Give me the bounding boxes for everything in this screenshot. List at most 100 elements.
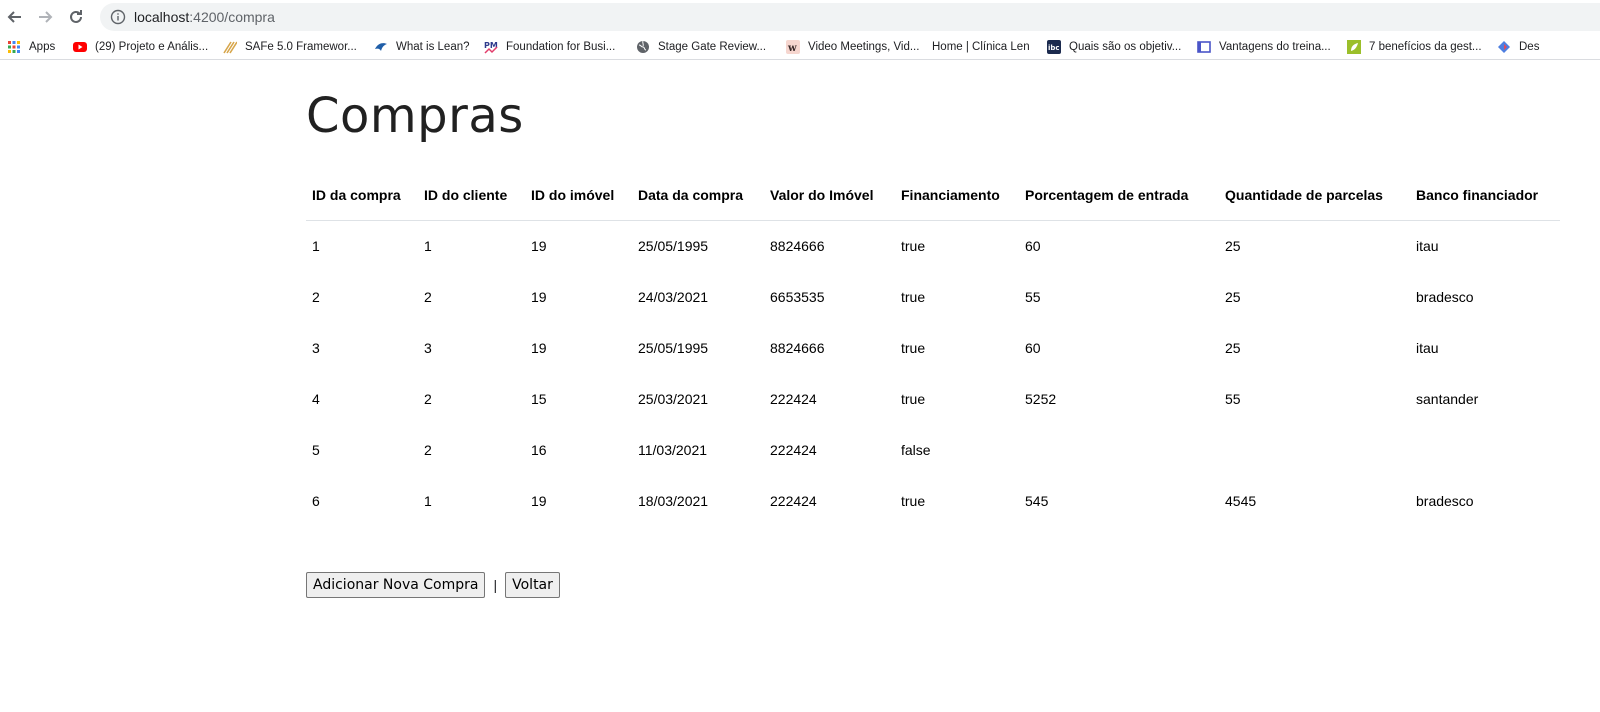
table-cell: 24/03/2021 (638, 289, 709, 305)
table-cell: 16 (531, 442, 547, 458)
reload-icon[interactable] (64, 5, 88, 29)
table-cell: 222424 (770, 493, 817, 509)
bookmark-label: Home | Clínica Len (932, 41, 1030, 53)
table-cell: 60 (1025, 238, 1041, 254)
table-cell (1019, 425, 1219, 476)
back-button[interactable]: Voltar (505, 572, 560, 598)
table-row: 5 2 16 11/03/2021 222424 false (306, 425, 1560, 476)
column-header: Quantidade de parcelas (1219, 170, 1410, 221)
table-cell: 6 (312, 493, 320, 509)
purchases-table: ID da compra ID do cliente ID do imóvel … (306, 170, 1560, 527)
back-arrow-icon[interactable] (3, 5, 27, 29)
table-cell: 25 (1225, 238, 1241, 254)
table-header-row: ID da compra ID do cliente ID do imóvel … (306, 170, 1560, 221)
address-bar[interactable]: localhost:4200/compra (100, 3, 1600, 31)
url-text: localhost:4200/compra (134, 9, 275, 25)
bookmark-label: SAFe 5.0 Framewor... (245, 41, 357, 53)
table-cell: 11/03/2021 (638, 442, 708, 458)
bookmark-stage-gate[interactable]: Stage Gate Review... (629, 35, 779, 59)
whereby-icon: w (786, 40, 800, 54)
table-cell: 222424 (770, 391, 817, 407)
column-header: Porcentagem de entrada (1019, 170, 1219, 221)
ibc-icon: ibc (1047, 40, 1061, 54)
table-cell: 1 (312, 238, 320, 254)
bookmark-foundation[interactable]: PM Foundation for Busi... (477, 35, 629, 59)
table-cell: 19 (531, 493, 547, 509)
table-row: 6 1 19 18/03/2021 222424 true 545 4545 b… (306, 476, 1560, 527)
svg-text:ibc: ibc (1048, 44, 1060, 52)
table-cell: 222424 (770, 442, 817, 458)
table-cell: 19 (531, 340, 547, 356)
table-cell: 19 (531, 238, 547, 254)
add-purchase-button[interactable]: Adicionar Nova Compra (306, 572, 486, 598)
table-cell: 4545 (1225, 493, 1257, 509)
table-row: 4 2 15 25/03/2021 222424 true 5252 55 sa… (306, 374, 1560, 425)
table-cell: 18/03/2021 (638, 493, 709, 509)
bookmark-label: 7 benefícios da gest... (1369, 41, 1482, 53)
table-cell: 1 (424, 238, 432, 254)
bookmark-youtube[interactable]: (29) Projeto e Anális... (66, 35, 216, 59)
table-cell: santander (1416, 391, 1479, 407)
table-cell: 55 (1225, 391, 1241, 407)
table-cell (1219, 425, 1410, 476)
table-cell: 19 (531, 289, 547, 305)
svg-text:w: w (787, 43, 797, 54)
table-cell: 4 (312, 391, 320, 407)
bookmark-safe[interactable]: SAFe 5.0 Framewor... (216, 35, 367, 59)
table-cell: 2 (424, 442, 432, 458)
bookmark-label: Des (1519, 41, 1540, 53)
column-header: ID do imóvel (525, 170, 632, 221)
bookmark-des[interactable]: Des (1490, 35, 1539, 59)
table-cell: 25 (1225, 289, 1241, 305)
table-cell: 6653535 (770, 289, 825, 305)
table-row: 2 2 19 24/03/2021 6653535 true 55 25 bra… (306, 272, 1560, 323)
column-header: ID do cliente (418, 170, 525, 221)
bookmark-label: Foundation for Busi... (506, 41, 616, 53)
bookmark-beneficios[interactable]: 7 benefícios da gest... (1340, 35, 1490, 59)
table-cell: 1 (424, 493, 432, 509)
bookmark-label: (29) Projeto e Anális... (95, 41, 209, 53)
safe-stripes-icon (223, 41, 237, 54)
table-cell: false (901, 442, 931, 458)
table-cell: true (901, 340, 926, 356)
table-cell: bradesco (1416, 289, 1474, 305)
bookmark-video-meetings[interactable]: w Video Meetings, Vid... (779, 35, 925, 59)
table-cell: 2 (312, 289, 320, 305)
bookmark-clinica[interactable]: Home | Clínica Len (925, 35, 1040, 59)
column-header: ID da compra (306, 170, 418, 221)
bookmarks-bar: Apps (29) Projeto e Anális... SAFe 5.0 F… (0, 35, 1600, 60)
bookmark-quais[interactable]: ibc Quais são os objetiv... (1040, 35, 1190, 59)
table-cell: 8824666 (770, 238, 825, 254)
bookmark-apps[interactable]: Apps (0, 35, 66, 59)
table-cell: 60 (1025, 340, 1041, 356)
table-cell: 3 (424, 340, 432, 356)
column-header: Financiamento (895, 170, 1019, 221)
frame-icon (1197, 41, 1211, 53)
table-cell: 25 (1225, 340, 1241, 356)
table-cell: 545 (1025, 493, 1049, 509)
bookmark-label: Apps (29, 41, 56, 53)
bookmark-label: Stage Gate Review... (658, 41, 767, 53)
bookmark-vantagens[interactable]: Vantagens do treina... (1190, 35, 1340, 59)
globe-icon (637, 40, 649, 53)
pm-logo-icon: PM (484, 40, 498, 54)
table-cell: true (901, 238, 926, 254)
table-cell: itau (1416, 340, 1439, 356)
action-separator: | (493, 577, 498, 593)
column-header: Valor do Imóvel (764, 170, 895, 221)
bookmark-lean[interactable]: What is Lean? (367, 35, 477, 59)
url-host: localhost (134, 9, 190, 25)
table-cell: 25/05/1995 (638, 238, 709, 254)
table-cell: 2 (424, 289, 432, 305)
table-cell: 25/03/2021 (638, 391, 709, 407)
table-cell: true (901, 391, 926, 407)
table-cell: 5 (312, 442, 320, 458)
url-path: :4200/compra (189, 9, 275, 25)
table-cell: 5252 (1025, 391, 1057, 407)
bookmark-label: Quais são os objetiv... (1069, 41, 1182, 53)
table-cell: 3 (312, 340, 320, 356)
table-row: 1 1 19 25/05/1995 8824666 true 60 25 ita… (306, 220, 1560, 272)
forward-arrow-icon[interactable] (33, 5, 57, 29)
leaf-icon (1347, 40, 1361, 54)
info-icon[interactable] (110, 9, 126, 25)
